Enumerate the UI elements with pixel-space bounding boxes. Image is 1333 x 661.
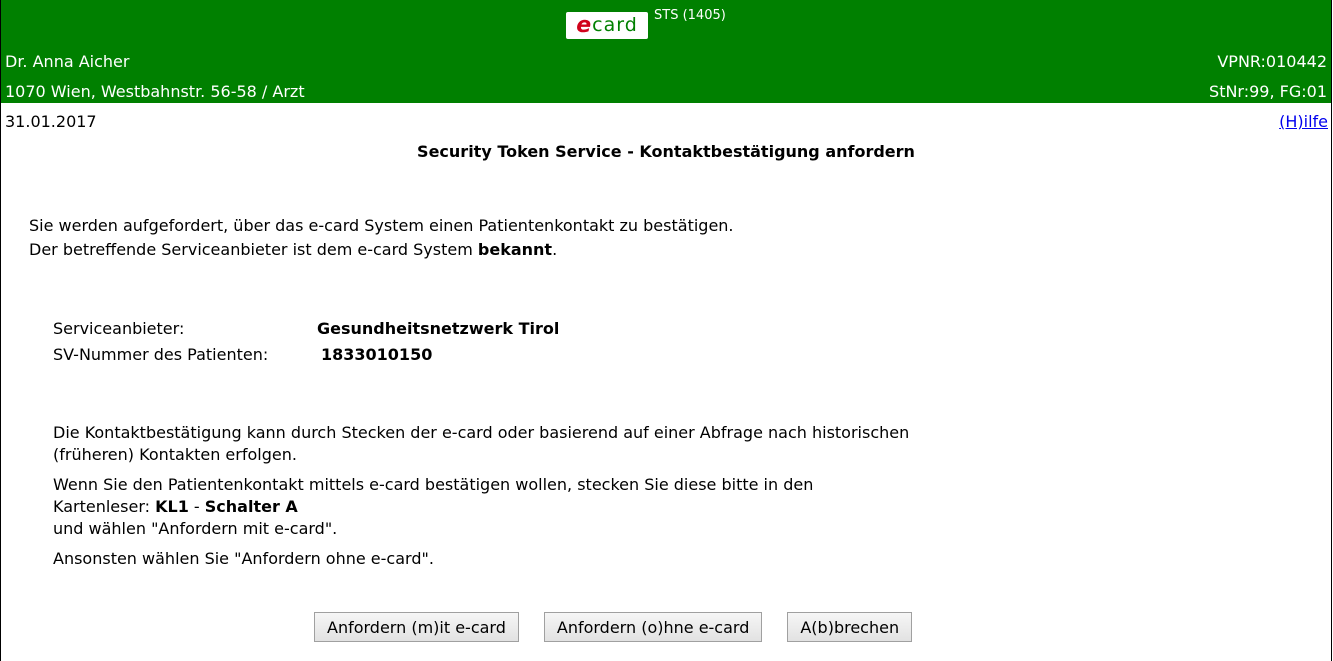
instr-line-2: (früheren) Kontakten erfolgen. — [53, 445, 297, 464]
intro-line-1: Sie werden aufgefordert, über das e-card… — [29, 216, 734, 235]
intro-line-2: Der betreffende Serviceanbieter ist dem … — [29, 238, 1229, 262]
instr-line-3: Wenn Sie den Patientenkontakt mittels e-… — [53, 475, 814, 494]
ecard-logo: e card — [566, 12, 648, 39]
logo-e: e — [576, 12, 592, 38]
help-link[interactable]: (H)ilfe — [1279, 112, 1328, 131]
reader-sep: - — [188, 497, 205, 516]
logo-card: card — [592, 14, 638, 36]
button-bar: Anfordern (m)it e-card Anfordern (o)hne … — [314, 612, 913, 642]
intro-text: Sie werden aufgefordert, über das e-card… — [29, 214, 1229, 262]
intro-line-2-prefix: Der betreffende Serviceanbieter ist dem … — [29, 240, 478, 259]
header-row-2: 1070 Wien, Westbahnstr. 56-58 / Arzt StN… — [5, 76, 1327, 106]
page-title: Security Token Service - Kontaktbestätig… — [417, 142, 915, 161]
reader-name: KL1 — [155, 497, 189, 516]
provider-label: Serviceanbieter: — [53, 319, 185, 338]
intro-line-2-suffix: . — [552, 240, 558, 259]
svnr-row: SV-Nummer des Patienten: 1833010150 — [53, 342, 559, 368]
date-bar: 31.01.2017 (H)ilfe — [5, 112, 1328, 131]
info-block: Serviceanbieter: Gesundheitsnetzwerk Tir… — [53, 316, 559, 368]
instr-reader-line: Kartenleser: KL1 - Schalter A — [53, 496, 1203, 518]
svnr-value: 1833010150 — [321, 345, 433, 364]
cancel-button[interactable]: A(b)brechen — [787, 612, 913, 642]
provider-value: Gesundheitsnetzwerk Tirol — [317, 319, 560, 338]
doctor-name: Dr. Anna Aicher — [5, 51, 130, 71]
current-date: 31.01.2017 — [5, 112, 97, 131]
request-without-card-button[interactable]: Anfordern (o)hne e-card — [543, 612, 763, 642]
provider-row: Serviceanbieter: Gesundheitsnetzwerk Tir… — [53, 316, 559, 342]
request-with-card-button[interactable]: Anfordern (m)it e-card — [314, 612, 519, 642]
address: 1070 Wien, Westbahnstr. 56-58 / Arzt — [5, 81, 305, 101]
header-bar: e card STS (1405) Dr. Anna Aicher VPNR:01… — [1, 0, 1331, 103]
instr-line-6: Ansonsten wählen Sie "Anfordern ohne e-c… — [53, 549, 434, 568]
main-window: e card STS (1405) Dr. Anna Aicher VPNR:01… — [0, 0, 1332, 661]
stnr-fg: StNr:99, FG:01 — [1209, 81, 1327, 101]
app-code: STS (1405) — [654, 8, 726, 23]
instructions-block: Die Kontaktbestätigung kann durch Stecke… — [53, 422, 1203, 570]
header-top: e card STS (1405) — [1, 0, 1331, 43]
instr-line-5: und wählen "Anfordern mit e-card". — [53, 519, 338, 538]
reader-prefix: Kartenleser: — [53, 497, 156, 516]
intro-known: bekannt — [477, 240, 553, 259]
reader-slot: Schalter A — [204, 497, 298, 516]
svnr-label: SV-Nummer des Patienten: — [53, 345, 269, 364]
vpnr: VPNR:010442 — [1217, 51, 1327, 71]
instr-line-1: Die Kontaktbestätigung kann durch Stecke… — [53, 423, 910, 442]
header-row-1: Dr. Anna Aicher VPNR:010442 — [5, 46, 1327, 76]
